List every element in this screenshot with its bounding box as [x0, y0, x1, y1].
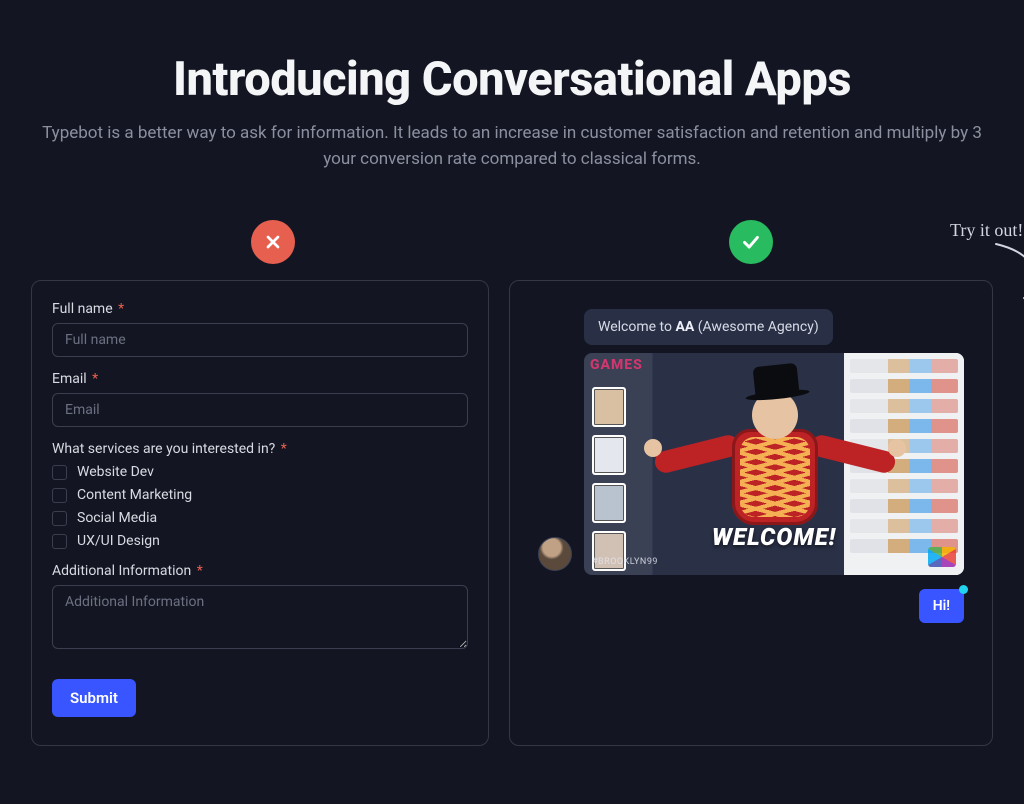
checkbox-row[interactable]: Social Media: [52, 510, 468, 526]
chat-bubble-welcome: Welcome to AA (Awesome Agency): [584, 309, 833, 345]
classical-form-panel: Full name * Email * What services are yo…: [31, 280, 489, 746]
checkbox-row[interactable]: UX/UI Design: [52, 533, 468, 549]
email-input[interactable]: [52, 393, 468, 427]
conversational-chat-panel: Welcome to AA (Awesome Agency) GAMES: [509, 280, 993, 746]
media-corner-tag: GAMES: [590, 357, 643, 373]
avatar: [538, 537, 572, 571]
checkbox-label: UX/UI Design: [77, 533, 160, 549]
full-name-input[interactable]: [52, 323, 468, 357]
hero-subtitle: Typebot is a better way to ask for infor…: [24, 121, 1000, 172]
checkbox-icon[interactable]: [52, 465, 67, 480]
services-label: What services are you interested in? *: [52, 441, 468, 457]
additional-info-textarea[interactable]: [52, 585, 468, 649]
hero-title: Introducing Conversational Apps: [24, 52, 1000, 107]
full-name-label: Full name *: [52, 301, 468, 317]
email-label: Email *: [52, 371, 468, 387]
comparison-badges: Try it out!: [22, 220, 1002, 264]
checkbox-label: Content Marketing: [77, 487, 192, 503]
cross-icon: [251, 220, 295, 264]
hero: Introducing Conversational Apps Typebot …: [0, 0, 1024, 172]
checkbox-label: Social Media: [77, 510, 157, 526]
media-hashtag: #BROOKLYN99: [592, 557, 658, 567]
try-it-out-label: Try it out!: [950, 220, 1023, 241]
checkbox-label: Website Dev: [77, 464, 154, 480]
chat-reply-button[interactable]: Hi!: [919, 589, 964, 623]
media-overlay-text: WELCOME!: [712, 523, 836, 551]
checkbox-icon[interactable]: [52, 534, 67, 549]
checkbox-row[interactable]: Website Dev: [52, 464, 468, 480]
checkbox-icon[interactable]: [52, 488, 67, 503]
checkbox-icon[interactable]: [52, 511, 67, 526]
photo-thumbnails: [592, 387, 626, 571]
checkbox-row[interactable]: Content Marketing: [52, 487, 468, 503]
additional-info-label: Additional Information *: [52, 563, 468, 579]
notification-dot-icon: [959, 585, 968, 594]
submit-button[interactable]: Submit: [52, 679, 136, 717]
check-icon: [729, 220, 773, 264]
nbc-logo-icon: [928, 547, 956, 567]
chat-media-gif: GAMES WELCOME! #BROOKLYN99: [584, 353, 964, 575]
